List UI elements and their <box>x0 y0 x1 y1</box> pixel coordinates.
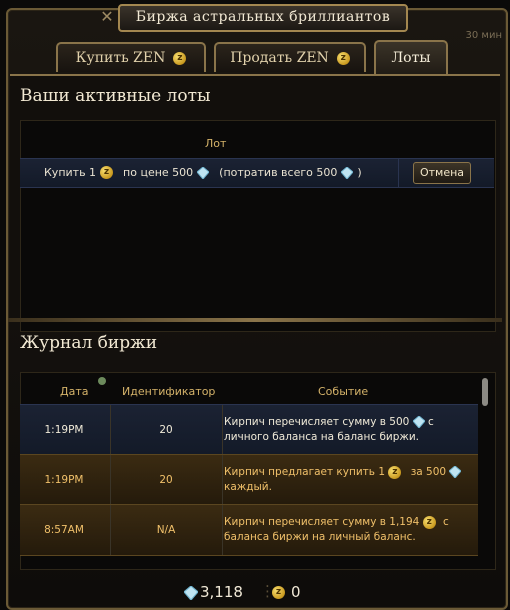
zen-coin-icon: z <box>100 166 114 179</box>
lot-price-text: по цене 500 <box>123 166 194 179</box>
cancel-button[interactable]: Отмена <box>413 162 471 184</box>
lot-total-suffix: ) <box>357 166 362 179</box>
event-text-b: с <box>443 516 449 528</box>
diamond-icon <box>197 166 210 179</box>
section-divider <box>8 318 502 322</box>
event-text-b: за 500 <box>410 466 447 478</box>
tab-sell-zen-label: Продать ZEN <box>230 50 329 66</box>
diamond-icon <box>184 586 198 600</box>
diamond-icon <box>341 166 354 179</box>
lot-buy-text: Купить 1 <box>44 166 97 179</box>
zen-coin-icon: z <box>173 51 187 65</box>
zen-coin-icon: z <box>272 586 285 599</box>
timer-text: 30 мин <box>465 30 502 41</box>
cell-separator <box>110 405 111 455</box>
cell-separator <box>222 405 223 455</box>
sort-indicator-icon <box>98 377 106 385</box>
tab-sell-zen[interactable]: Продать ZEN z <box>214 42 366 72</box>
event-text-c: каждый. <box>224 481 272 493</box>
row-separator <box>398 159 399 187</box>
diamond-icon <box>449 466 462 478</box>
diamond-icon <box>412 416 425 428</box>
event-text-a: Кирпич предлагает купить 1 <box>224 466 386 478</box>
journal-row-id: N/A <box>156 524 176 536</box>
cell-separator <box>110 455 111 505</box>
event-text-c: баланса биржи на личный баланс. <box>224 531 416 543</box>
tab-buy-zen-label: Купить ZEN <box>75 50 166 66</box>
journal-row-time: 8:57AM <box>44 524 84 536</box>
journal-row: 8:57AM N/A Кирпич перечисляет сумму в 1,… <box>20 504 478 556</box>
journal-title: Журнал биржи <box>20 333 158 353</box>
window-title: Биржа астральных бриллиантов <box>118 4 408 32</box>
journal-row-time: 1:19PM <box>44 424 84 436</box>
event-text-a: Кирпич перечисляет сумму в 500 <box>224 416 410 428</box>
journal-row: 1:19PM 20 Кирпич перечисляет сумму в 500… <box>20 404 478 456</box>
cell-separator <box>110 505 111 555</box>
zen-coin-icon: z <box>422 515 436 529</box>
lot-column-header: Лот <box>205 137 227 150</box>
journal-row-event: Кирпич предлагает купить 1 z за 500 кажд… <box>224 455 478 505</box>
lots-table <box>20 120 496 332</box>
event-text-a: Кирпич перечисляет сумму в 1,194 <box>224 516 420 528</box>
lot-total-text: (потратив всего 500 <box>219 166 338 179</box>
lots-title: Ваши активные лоты <box>20 86 211 106</box>
journal-row-event: Кирпич перечисляет сумму в 1,194 z с бал… <box>224 505 478 555</box>
cell-separator <box>222 455 223 505</box>
journal-row-id: 20 <box>159 474 173 486</box>
journal-row: 1:19PM 20 Кирпич предлагает купить 1 z з… <box>20 454 478 506</box>
journal-row-id: 20 <box>159 424 173 436</box>
event-text-b: с <box>428 416 434 428</box>
tab-lots-label: Лоты <box>391 50 431 66</box>
zen-balance: 0 <box>291 583 301 601</box>
close-icon[interactable]: ✕ <box>98 8 116 26</box>
journal-row-event: Кирпич перечисляет сумму в 500 с личного… <box>224 405 478 455</box>
journal-row-time: 1:19PM <box>44 474 84 486</box>
zen-coin-icon: z <box>388 465 402 479</box>
journal-scrollbar[interactable] <box>482 378 488 406</box>
journal-header-id[interactable]: Идентификатор <box>122 385 215 398</box>
zen-coin-icon: z <box>336 51 350 65</box>
journal-header-event[interactable]: Событие <box>318 385 368 398</box>
cell-separator <box>222 505 223 555</box>
lot-row[interactable]: Купить 1 z по цене 500 (потратив всего 5… <box>20 158 494 188</box>
diamond-balance: 3,118 <box>200 583 243 601</box>
journal-header-date[interactable]: Дата <box>60 385 88 398</box>
balance-footer: 3,118 ⋮ z 0 <box>0 578 510 608</box>
tab-buy-zen[interactable]: Купить ZEN z <box>56 42 206 72</box>
event-text-c: личного баланса на баланс биржи. <box>224 431 420 443</box>
tab-lots[interactable]: Лоты <box>374 40 448 74</box>
